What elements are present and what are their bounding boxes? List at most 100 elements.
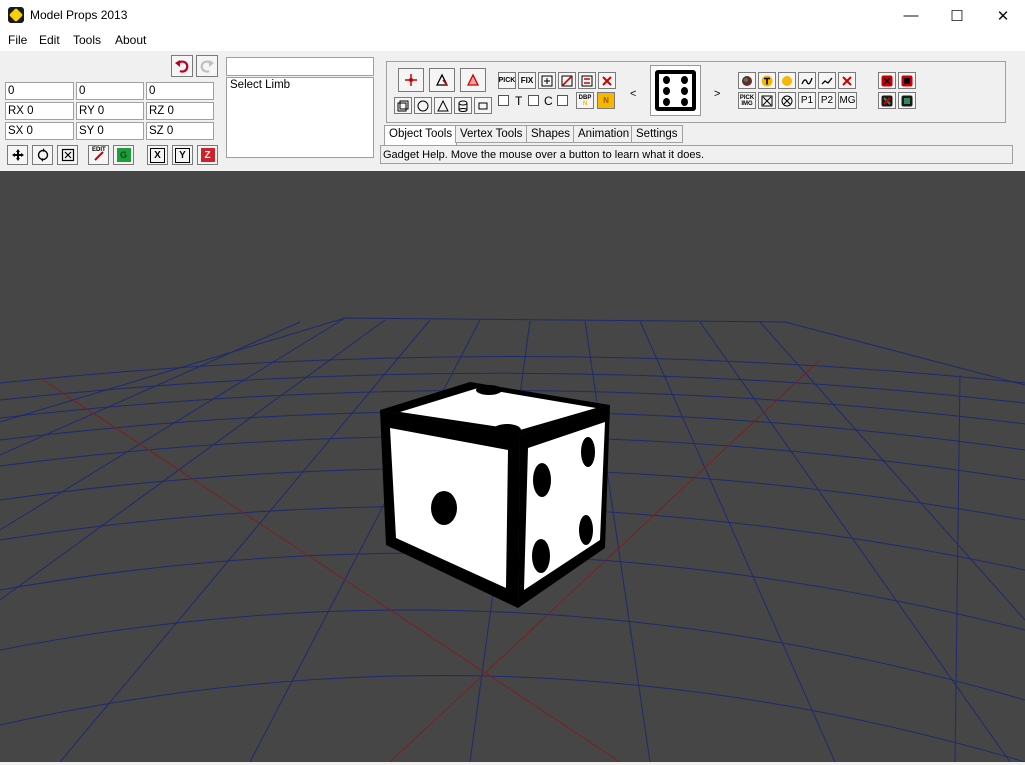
mesh-button[interactable] (429, 68, 455, 92)
close-button[interactable]: ✕ (980, 0, 1025, 31)
light-dot-icon (782, 75, 792, 86)
undo-button[interactable] (171, 55, 193, 77)
gadget-help-bar: Gadget Help. Move the mouse over a butto… (380, 145, 1013, 164)
sphere-icon (417, 100, 429, 111)
remove-material-button[interactable] (838, 72, 856, 89)
shape-cylinder-button[interactable] (454, 97, 472, 114)
minimize-button[interactable]: — (888, 0, 934, 31)
cylinder-icon (458, 100, 468, 112)
split-icon (561, 75, 573, 86)
delete-x-icon (602, 75, 612, 86)
menu-about[interactable]: About (115, 33, 146, 47)
rotation-x-field[interactable]: RX 0 (5, 102, 74, 120)
fix-button[interactable]: FIX (518, 72, 536, 89)
shape-plane-button[interactable] (474, 97, 492, 114)
pick-img-button[interactable]: PICK IMG (738, 92, 756, 109)
axis-x-button[interactable]: X (147, 145, 168, 165)
green-button[interactable]: G (113, 145, 134, 165)
material-button[interactable] (738, 72, 756, 89)
shape-box-button[interactable] (394, 97, 412, 114)
frame-button[interactable] (898, 92, 916, 109)
checkbox-c[interactable] (557, 95, 568, 106)
redo-button[interactable] (196, 55, 218, 77)
scene-canvas[interactable] (0, 171, 1025, 763)
t-label: T (515, 94, 523, 108)
dice-model[interactable] (380, 382, 610, 608)
scale-z-field[interactable]: SZ 0 (146, 122, 214, 140)
curve-button[interactable] (798, 72, 816, 89)
move-button[interactable] (7, 145, 28, 165)
curve-icon (801, 77, 813, 84)
texture-preview[interactable] (650, 65, 701, 116)
menu-file[interactable]: File (8, 33, 27, 47)
scale-x-field[interactable]: SX 0 (5, 122, 74, 140)
pivot-icon (405, 74, 417, 86)
grid-tex-button[interactable] (758, 92, 776, 109)
texture-button[interactable] (758, 72, 776, 89)
checkbox-unlabeled[interactable] (498, 95, 509, 106)
maximize-button[interactable]: ☐ (934, 0, 980, 31)
scale-y-field[interactable]: SY 0 (76, 122, 144, 140)
snap-button[interactable] (878, 92, 896, 109)
p1-button[interactable]: P1 (798, 92, 816, 109)
tab-settings[interactable]: Settings (631, 125, 683, 143)
menu-tools[interactable]: Tools (73, 33, 101, 47)
rotation-y-field[interactable]: RY 0 (76, 102, 144, 120)
prev-texture-button[interactable]: < (630, 88, 636, 100)
path-button[interactable] (818, 72, 836, 89)
texture-t-icon (761, 75, 773, 86)
edit-button[interactable]: EDIT (88, 145, 109, 165)
tab-shapes[interactable]: Shapes (526, 125, 576, 143)
menu-bar (0, 31, 1025, 51)
face-icon (466, 73, 480, 86)
weld-icon (541, 75, 553, 86)
pivot-button[interactable] (398, 68, 424, 92)
limb-search-input[interactable] (226, 57, 374, 76)
next-texture-button[interactable]: > (714, 88, 720, 100)
flip-icon (581, 75, 593, 86)
sphere-map-button[interactable] (778, 92, 796, 109)
rotation-z-field[interactable]: RZ 0 (146, 102, 214, 120)
dbp-button[interactable]: DBP N (576, 92, 594, 109)
rotate-button[interactable] (32, 145, 53, 165)
rotate-icon (37, 148, 48, 162)
export-button[interactable] (878, 72, 896, 89)
p2-button[interactable]: P2 (818, 92, 836, 109)
plane-icon (478, 102, 488, 109)
pick-button[interactable]: PICK (498, 72, 516, 89)
axis-y-button[interactable]: Y (172, 145, 193, 165)
position-y-field[interactable]: 0 (76, 82, 144, 100)
shape-sphere-button[interactable] (414, 97, 432, 114)
shape-cone-button[interactable] (434, 97, 452, 114)
mg-button[interactable]: MG (838, 92, 857, 109)
mode-red-icon (901, 75, 913, 86)
split-button[interactable] (558, 72, 576, 89)
limb-list-item[interactable]: Select Limb (230, 79, 370, 91)
scale-button[interactable] (57, 145, 78, 165)
limb-list[interactable]: Select Limb (226, 77, 374, 158)
redo-icon (200, 60, 214, 73)
checkbox-t[interactable] (528, 95, 539, 106)
tab-object-tools[interactable]: Object Tools (384, 125, 458, 145)
face-button[interactable] (460, 68, 486, 92)
position-z-field[interactable]: 0 (146, 82, 214, 100)
n-button[interactable]: N (597, 92, 615, 109)
window-title: Model Props 2013 (30, 8, 128, 22)
dbp-n-label: N (582, 100, 588, 107)
position-x-field[interactable]: 0 (5, 82, 74, 100)
3d-viewport[interactable] (0, 171, 1025, 763)
title-bar: Model Props 2013 — ☐ ✕ (0, 0, 1025, 31)
light-button[interactable] (778, 72, 796, 89)
frame-green-icon (901, 95, 913, 106)
delete-button[interactable] (598, 72, 616, 89)
axis-y-label: Y (175, 147, 190, 163)
tab-vertex-tools[interactable]: Vertex Tools (455, 125, 528, 143)
tab-animation[interactable]: Animation (573, 125, 635, 143)
menu-edit[interactable]: Edit (39, 33, 60, 47)
app-icon (8, 7, 24, 23)
weld-button[interactable] (538, 72, 556, 89)
snap-green-icon (881, 95, 893, 106)
flip-button[interactable] (578, 72, 596, 89)
mode-button[interactable] (898, 72, 916, 89)
axis-z-button[interactable]: Z (197, 145, 218, 165)
